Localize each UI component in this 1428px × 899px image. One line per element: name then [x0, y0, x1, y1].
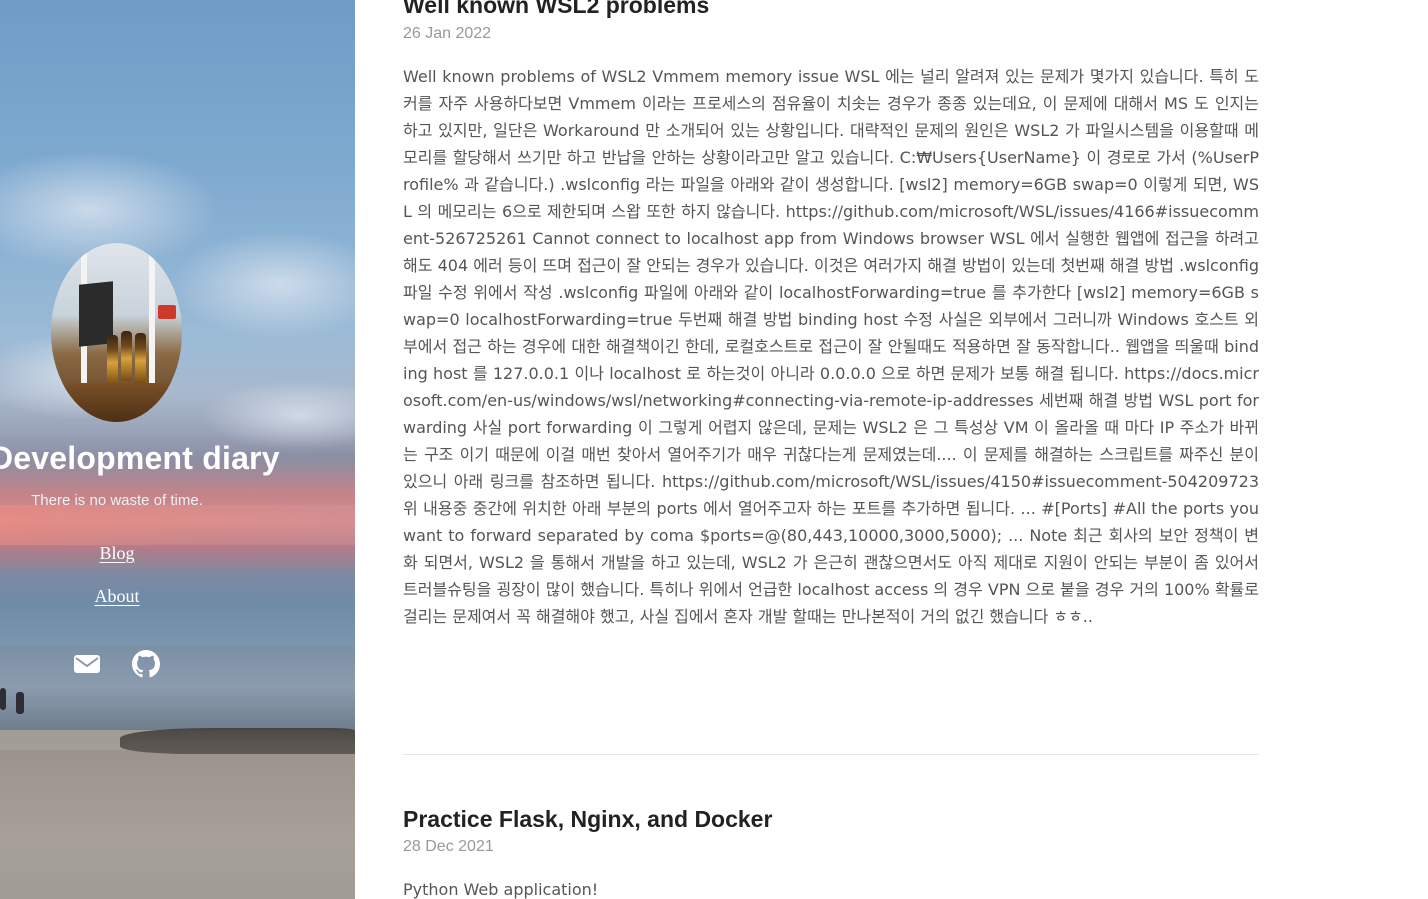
- post-title[interactable]: Practice Flask, Nginx, and Docker: [403, 806, 772, 833]
- nav-link-blog[interactable]: Blog: [0, 543, 234, 564]
- github-icon[interactable]: [132, 650, 160, 678]
- page: Development diary There is no waste of t…: [0, 0, 1428, 899]
- site-tagline: There is no waste of time.: [31, 492, 203, 509]
- mail-icon[interactable]: [73, 650, 101, 678]
- avatar: [51, 243, 182, 422]
- post-excerpt: Python Web application!: [403, 880, 599, 899]
- post-excerpt: Well known problems of WSL2 Vmmem memory…: [403, 67, 1259, 626]
- rocks: [120, 728, 355, 754]
- sea: [0, 645, 355, 730]
- beer-bottle: [121, 331, 132, 381]
- sidebar: Development diary There is no waste of t…: [0, 0, 355, 899]
- beach-person: [16, 692, 24, 714]
- post-title[interactable]: Well known WSL2 problems: [403, 0, 709, 19]
- sunset-glow: [0, 505, 355, 545]
- post-date: 26 Jan 2022: [403, 25, 492, 42]
- beer-bottle: [135, 333, 146, 383]
- wooden-table: [51, 383, 182, 422]
- main-content: Well known WSL2 problems 26 Jan 2022 Wel…: [403, 0, 1259, 899]
- beach-sand: [0, 750, 355, 899]
- red-awning: [158, 305, 176, 319]
- site-title[interactable]: Development diary: [0, 440, 355, 477]
- beer-bottle: [107, 335, 118, 385]
- nav-link-about[interactable]: About: [0, 586, 234, 607]
- post-date: 28 Dec 2021: [403, 838, 494, 855]
- sky-cloud: [170, 230, 355, 340]
- beach-person: [0, 688, 6, 710]
- post-divider: [403, 754, 1259, 755]
